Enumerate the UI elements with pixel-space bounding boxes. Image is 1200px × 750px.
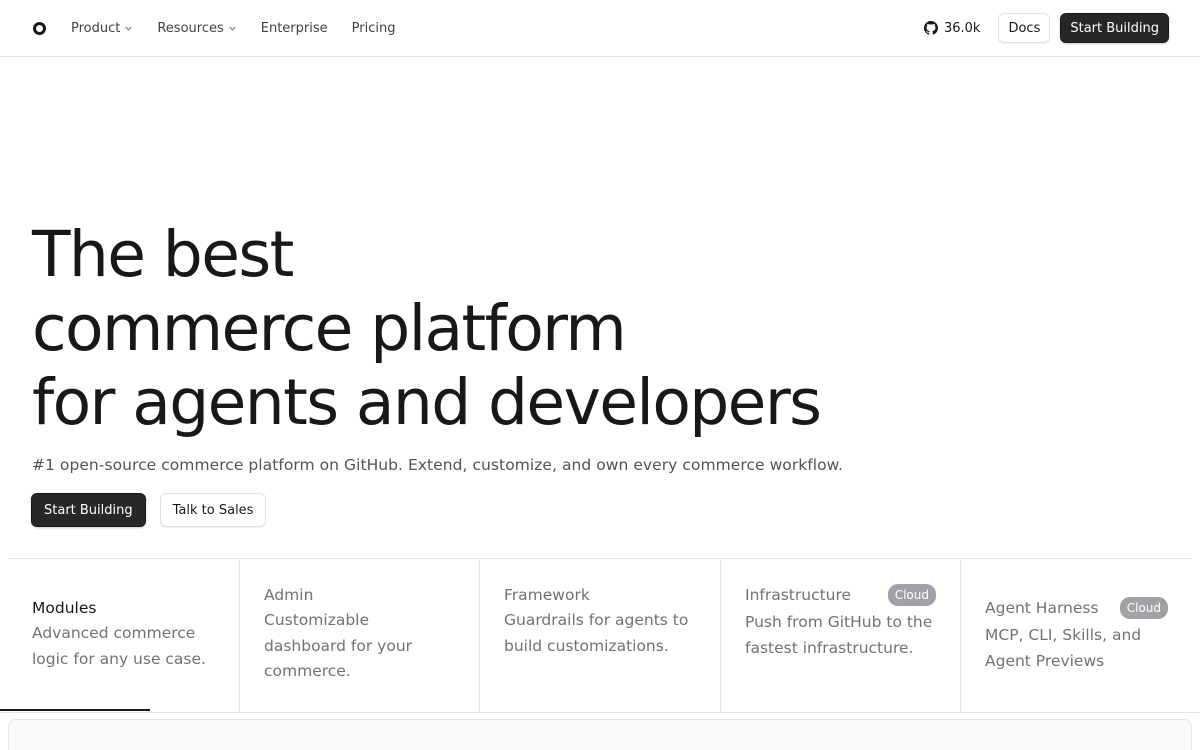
hero-title-line: for agents and developers — [32, 366, 822, 439]
github-stars-count: 36.0k — [943, 20, 981, 36]
tab-title: Modules — [32, 599, 97, 617]
github-icon — [923, 21, 938, 35]
nav-start-building-button[interactable]: Start Building — [1060, 13, 1169, 43]
nav-resources-label: Resources — [157, 20, 224, 36]
talk-to-sales-button[interactable]: Talk to Sales — [159, 493, 267, 527]
nav-resources[interactable]: Resources — [157, 21, 236, 36]
feature-tabs: Modules Advanced commerce logic for any … — [8, 558, 1192, 713]
hero-start-building-button[interactable]: Start Building — [31, 493, 146, 527]
nav-pricing[interactable]: Pricing — [352, 21, 396, 36]
tab-admin[interactable]: Admin Customizable dashboard for your co… — [240, 559, 480, 713]
tab-framework[interactable]: Framework Guardrails for agents to build… — [480, 559, 721, 713]
hero-title-line: commerce platform — [32, 292, 627, 365]
tab-description: Customizable dashboard for your commerce… — [264, 611, 413, 680]
tab-infrastructure[interactable]: Infrastructure Cloud Push from GitHub to… — [721, 559, 961, 713]
nav-enterprise-label: Enterprise — [260, 20, 328, 36]
feature-preview-panel — [8, 719, 1192, 750]
hero-actions: Start Building Talk to Sales — [31, 493, 267, 527]
nav-links: Product Resources Enterprise Pricing — [71, 0, 395, 56]
chevron-down-icon — [229, 26, 236, 31]
active-tab-progress-bar — [0, 709, 150, 711]
nav-enterprise[interactable]: Enterprise — [261, 21, 328, 36]
nav-product-label: Product — [71, 20, 121, 36]
tab-modules[interactable]: Modules Advanced commerce logic for any … — [8, 559, 240, 713]
github-stars-link[interactable]: 36.0k — [916, 13, 988, 43]
tab-title: Framework — [504, 586, 590, 604]
tab-title: Infrastructure — [745, 586, 852, 604]
cloud-badge: Cloud — [887, 584, 936, 606]
top-navbar: Product Resources Enterprise Pricing 36.… — [0, 0, 1200, 57]
chevron-down-icon — [125, 26, 132, 31]
brand-logo-icon[interactable] — [33, 22, 46, 35]
nav-product[interactable]: Product — [71, 21, 133, 36]
tab-description: Guardrails for agents to build customiza… — [504, 611, 689, 655]
hero-subtitle: #1 open-source commerce platform on GitH… — [32, 456, 843, 474]
hero-title-line: The best — [32, 218, 294, 291]
tab-title: Admin — [264, 586, 314, 604]
hero-title: The best commerce platform for agents an… — [32, 218, 822, 440]
tab-description: Push from GitHub to the fastest infrastr… — [745, 613, 933, 657]
cloud-badge: Cloud — [1119, 597, 1168, 619]
tab-agent-harness[interactable]: Agent Harness Cloud MCP, CLI, Skills, an… — [961, 559, 1192, 713]
nav-pricing-label: Pricing — [351, 20, 396, 36]
tab-title: Agent Harness — [985, 599, 1099, 617]
tab-description: Advanced commerce logic for any use case… — [32, 624, 206, 668]
docs-button[interactable]: Docs — [998, 13, 1051, 43]
nav-actions: 36.0k Docs Start Building — [916, 13, 1169, 43]
tabs-divider — [0, 712, 1200, 713]
tab-description: MCP, CLI, Skills, and Agent Previews — [985, 626, 1142, 670]
